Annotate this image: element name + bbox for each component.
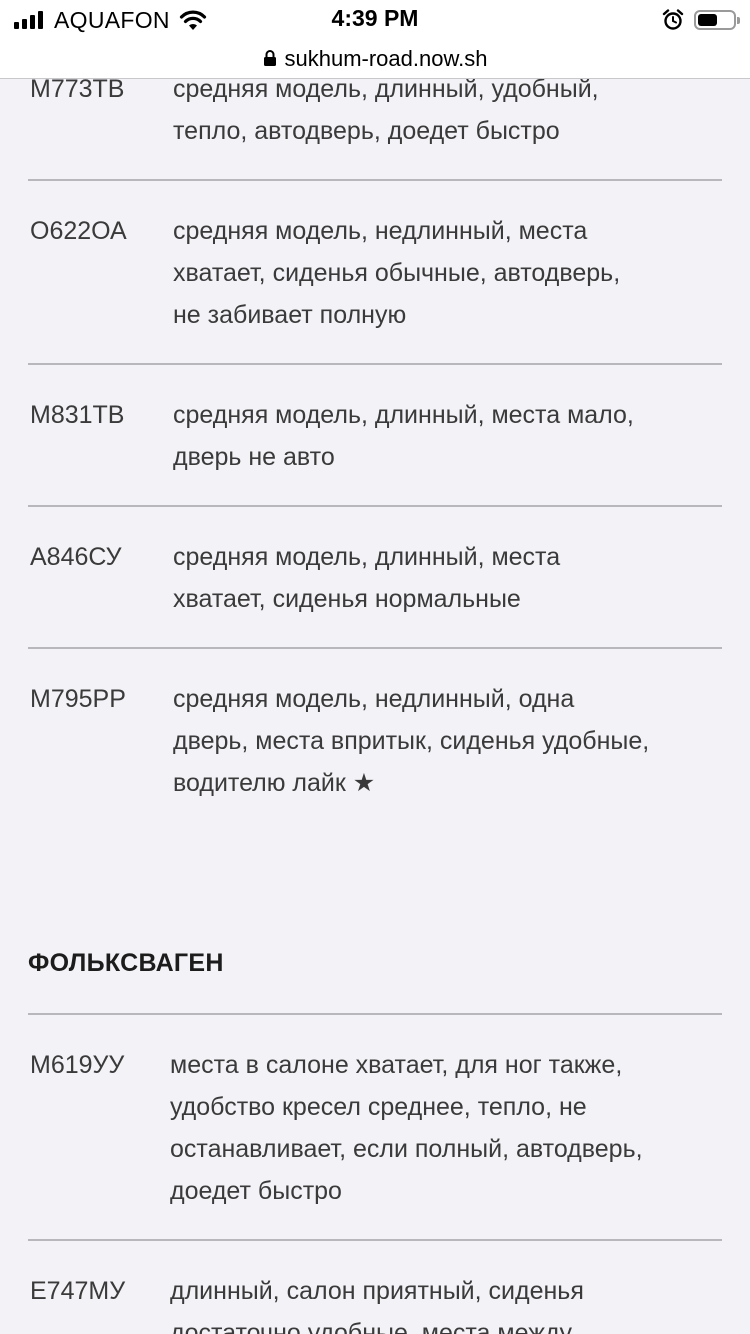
plate-number: М795РР bbox=[30, 685, 126, 713]
battery-icon bbox=[694, 10, 740, 30]
url-text[interactable]: sukhum-road.now.sh bbox=[285, 46, 488, 72]
plate-number: М831ТВ bbox=[30, 401, 125, 429]
alarm-icon bbox=[662, 9, 684, 30]
plate-number: Е747МУ bbox=[30, 1277, 126, 1305]
url-bar[interactable]: sukhum-road.now.sh bbox=[0, 40, 750, 79]
status-bar: AQUAFON 4:39 PM bbox=[0, 0, 750, 40]
vehicle-description: средняя модель, длинный, места мало, две… bbox=[173, 401, 634, 471]
status-right bbox=[662, 6, 740, 34]
plate-number: М619УУ bbox=[30, 1051, 125, 1079]
vehicle-description: средняя модель, недлинный, одна дверь, м… bbox=[173, 685, 650, 797]
section-heading: ФОЛЬКСВАГЕН bbox=[28, 949, 224, 977]
vehicle-description: средняя модель, длинный, места хватает, … bbox=[173, 543, 561, 613]
divider bbox=[28, 1239, 722, 1241]
plate-number: М773ТВ bbox=[30, 79, 125, 103]
plate-number: А846СУ bbox=[30, 543, 122, 571]
divider bbox=[28, 647, 722, 649]
plate-number: О622ОА bbox=[30, 217, 127, 245]
divider bbox=[28, 1013, 722, 1015]
vehicle-description: средняя модель, недлинный, места хватает… bbox=[173, 217, 621, 329]
status-time: 4:39 PM bbox=[331, 5, 419, 31]
page-content: М773ТВ средняя модель, длинный, удобный,… bbox=[0, 79, 750, 1334]
vehicle-description: места в салоне хватает, для ног также, у… bbox=[170, 1051, 643, 1205]
vehicle-description: средняя модель, длинный, удобный, тепло,… bbox=[173, 79, 599, 145]
divider bbox=[28, 505, 722, 507]
lock-icon bbox=[263, 50, 276, 66]
divider bbox=[28, 363, 722, 365]
vehicle-description: длинный, салон приятный, сиденья достато… bbox=[170, 1277, 584, 1334]
divider bbox=[28, 179, 722, 181]
battery-fill bbox=[698, 14, 717, 26]
